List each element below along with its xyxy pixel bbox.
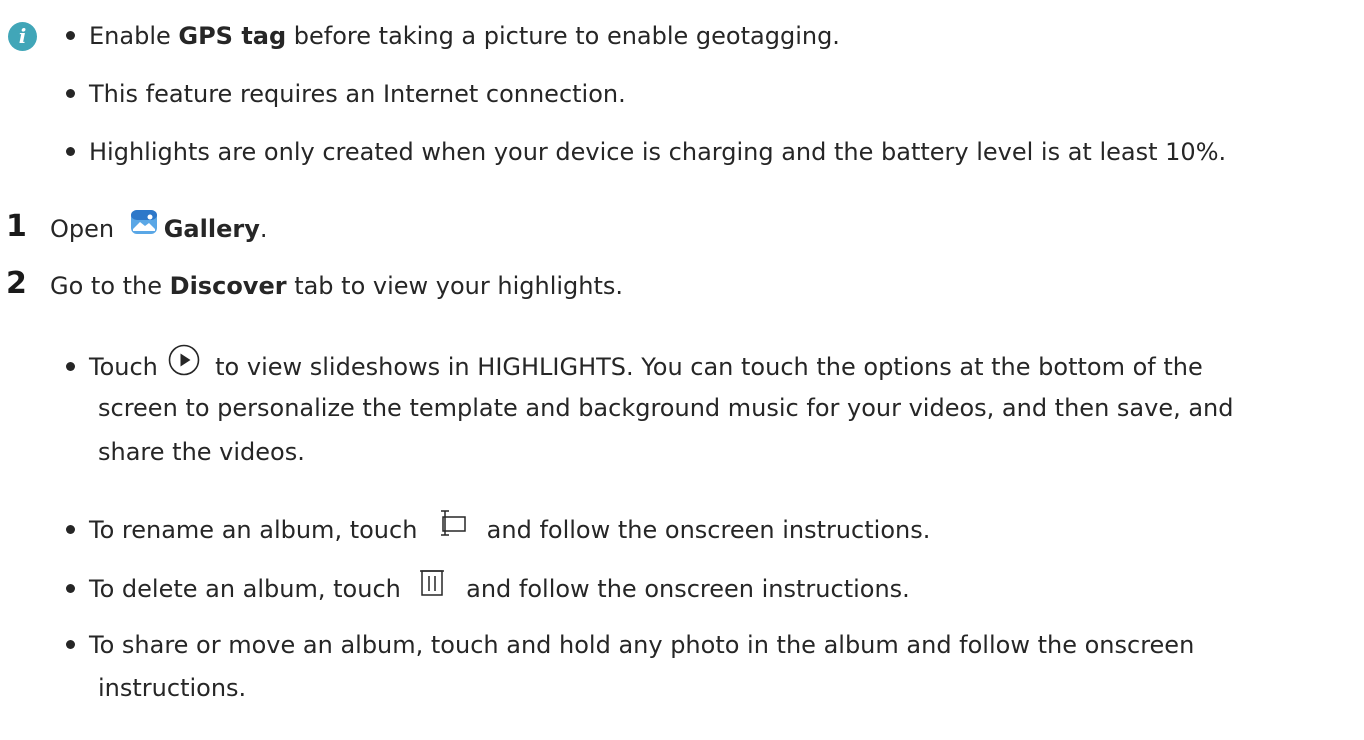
step-text: Go to the [50, 272, 170, 300]
play-icon [168, 344, 200, 384]
sub-item-text: to view slideshows in HIGHLIGHTS. You ca… [207, 353, 1203, 381]
note-item-gps: Enable GPS tag before taking a picture t… [66, 20, 840, 52]
bullet [66, 88, 75, 98]
note-text: Enable [89, 22, 179, 50]
step-2-text: Go to the Discover tab to view your high… [50, 270, 623, 302]
info-icon: i [8, 22, 37, 51]
sub-item-play-line-2: screen to personalize the template and b… [98, 394, 1234, 422]
note-text: before taking a picture to enable geotag… [286, 22, 840, 50]
sub-item-play-line-3: share the videos. [98, 438, 305, 466]
bullet [66, 30, 75, 40]
note-item-charging: Highlights are only created when your de… [66, 136, 1226, 168]
note-bold-text: GPS tag [178, 22, 287, 50]
step-1-text: Open Gallery. [50, 210, 268, 247]
step-number: 2 [6, 266, 27, 301]
bullet [66, 583, 75, 593]
step-text: . [259, 215, 268, 243]
help-page: i Enable GPS tag before taking a picture… [0, 0, 1364, 740]
sub-item-play: Touch to view slideshows in HIGHLIGHTS. … [66, 344, 1203, 388]
bullet [66, 146, 75, 156]
bullet [66, 524, 75, 534]
rename-icon [437, 509, 467, 545]
note-text: This feature requires an Internet connec… [89, 80, 626, 108]
sub-item-text: To delete an album, touch [89, 575, 409, 603]
gallery-icon [130, 209, 158, 243]
note-text: Highlights are only created when your de… [89, 138, 1227, 166]
sub-item-share-line-2: instructions. [98, 674, 247, 702]
step-text: tab to view your highlights. [286, 272, 624, 300]
sub-item-text: and follow the onscreen instructions. [479, 516, 931, 544]
step-number: 1 [6, 209, 27, 244]
sub-item-share: To share or move an album, touch and hol… [66, 629, 1194, 661]
bullet [66, 639, 75, 649]
bullet [66, 361, 75, 371]
sub-item-rename: To rename an album, touch and follow the… [66, 510, 931, 549]
step-text: Open [50, 215, 122, 243]
sub-item-delete: To delete an album, touch and follow the… [66, 570, 910, 609]
sub-item-text: Touch [89, 353, 166, 381]
note-item-internet: This feature requires an Internet connec… [66, 78, 626, 110]
step-bold-text: Gallery [163, 215, 260, 243]
sub-item-text: To rename an album, touch [89, 516, 426, 544]
sub-item-text: To share or move an album, touch and hol… [89, 631, 1195, 659]
trash-icon [418, 567, 446, 605]
step-bold-text: Discover [169, 272, 287, 300]
sub-item-text: and follow the onscreen instructions. [458, 575, 910, 603]
